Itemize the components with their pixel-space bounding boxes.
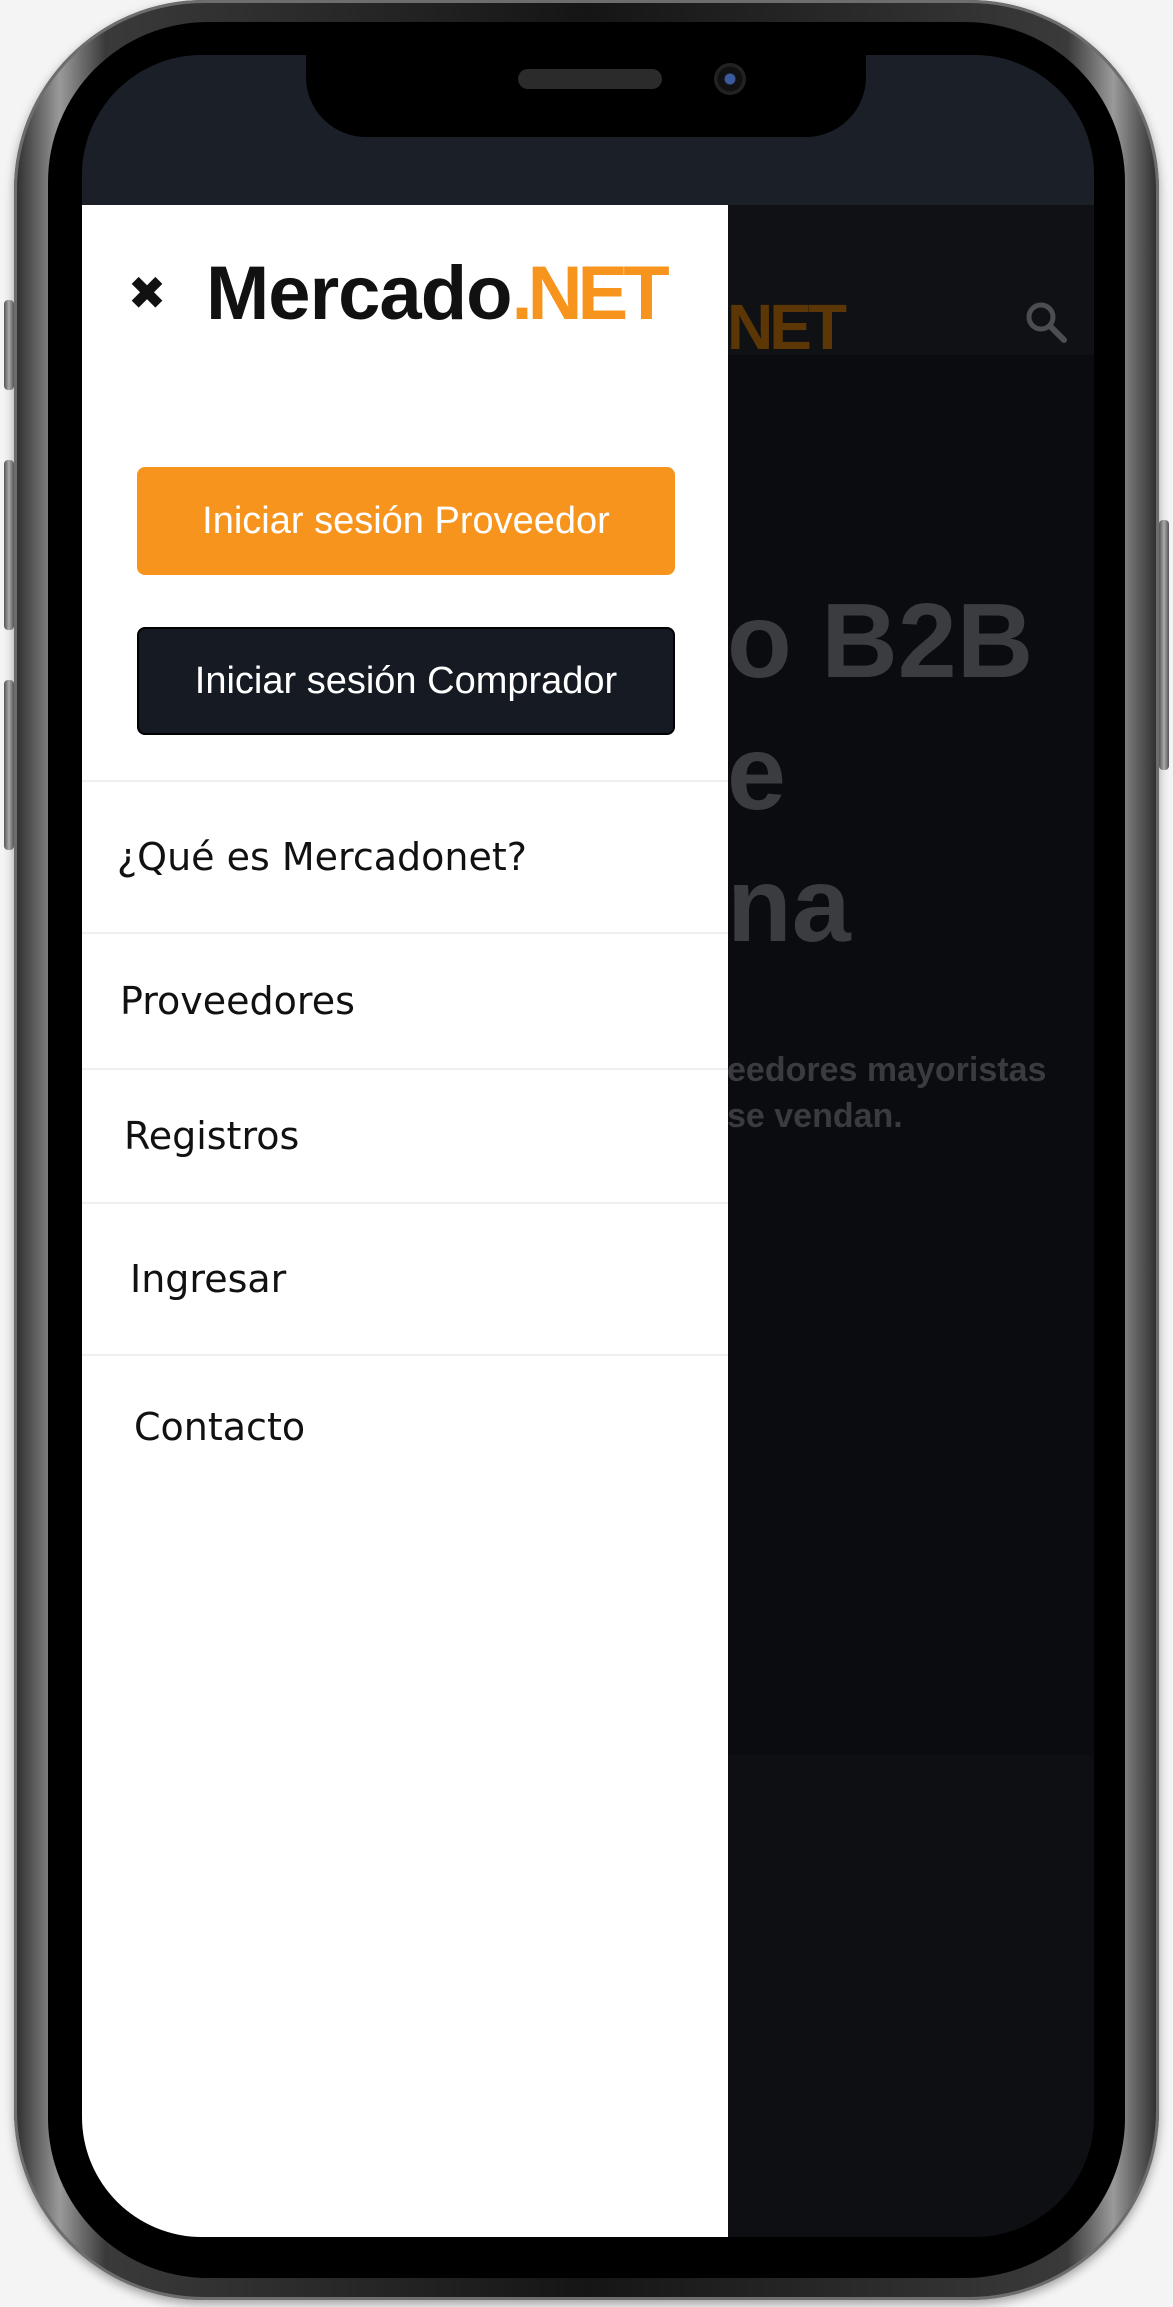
hero-subtitle-line: eedores mayoristas bbox=[727, 1051, 1047, 1089]
close-icon[interactable]: ✖ bbox=[122, 263, 172, 323]
background-logo-fragment: NET bbox=[727, 291, 847, 363]
power-button bbox=[1159, 520, 1169, 770]
login-buyer-button[interactable]: Iniciar sesión Comprador bbox=[137, 627, 675, 735]
menu-item-providers[interactable]: Proveedores bbox=[82, 932, 728, 1068]
background-hero-subtitle: eedores mayoristas se vendan. bbox=[727, 1047, 1094, 1139]
login-provider-button[interactable]: Iniciar sesión Proveedor bbox=[137, 467, 675, 575]
background-hero-title: o B2B e na bbox=[727, 575, 1094, 971]
volume-down-button bbox=[4, 680, 14, 850]
menu-item-label: ¿Qué es Mercadonet? bbox=[117, 835, 527, 879]
phone-screen: NET o B2B e na eedores mayoristas se ven… bbox=[82, 55, 1094, 2237]
logo-main-text: Mercado bbox=[206, 251, 513, 336]
volume-up-button bbox=[4, 460, 14, 630]
drawer-header: ✖ Mercado.NET bbox=[82, 205, 728, 415]
mute-switch bbox=[4, 300, 14, 390]
hero-title-line: na bbox=[727, 846, 851, 964]
menu-item-ingresar[interactable]: Ingresar bbox=[82, 1202, 728, 1354]
hero-title-line: e bbox=[727, 714, 786, 832]
menu-item-label: Registros bbox=[124, 1114, 300, 1158]
hero-subtitle-line: se vendan. bbox=[727, 1097, 903, 1135]
menu-item-registros[interactable]: Registros bbox=[82, 1068, 728, 1202]
hero-title-line: o B2B bbox=[727, 582, 1034, 700]
logo-accent-text: .NET bbox=[511, 251, 670, 336]
menu-item-label: Contacto bbox=[134, 1405, 306, 1449]
menu-item-label: Proveedores bbox=[120, 979, 355, 1023]
navigation-drawer: ✖ Mercado.NET Iniciar sesión Proveedor I… bbox=[82, 205, 728, 2237]
drawer-menu: ¿Qué es Mercadonet? Proveedores Registro… bbox=[82, 780, 728, 1498]
speaker-grille bbox=[518, 69, 662, 89]
notch bbox=[306, 55, 866, 137]
search-icon bbox=[1026, 302, 1067, 343]
menu-item-what-is-mercadonet[interactable]: ¿Qué es Mercadonet? bbox=[82, 780, 728, 932]
menu-item-label: Ingresar bbox=[130, 1257, 287, 1301]
mercadonet-logo[interactable]: Mercado.NET bbox=[206, 250, 670, 337]
front-camera bbox=[714, 63, 746, 95]
menu-item-contacto[interactable]: Contacto bbox=[82, 1354, 728, 1498]
status-bar bbox=[82, 55, 1094, 205]
